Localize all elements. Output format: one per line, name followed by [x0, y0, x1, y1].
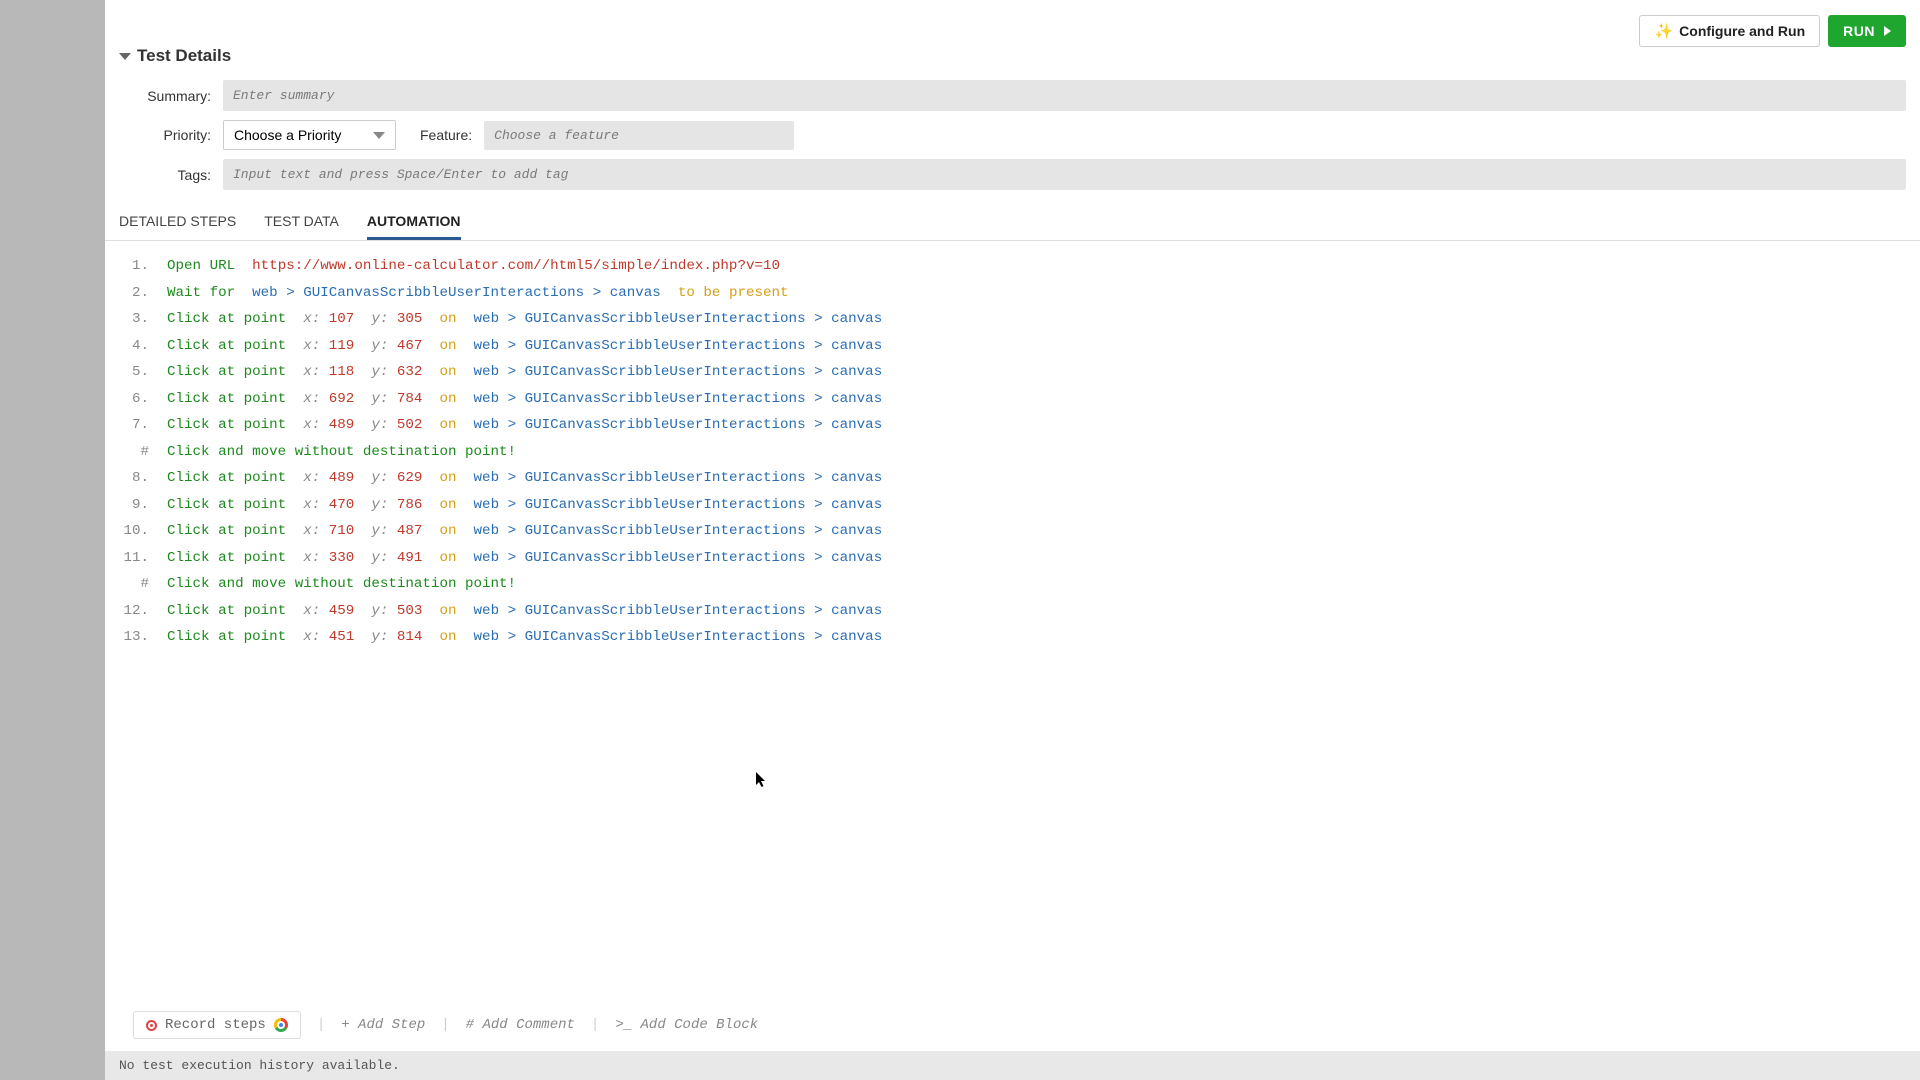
line-content: Click at point x: 330 y: 491 on web > GU…	[167, 545, 882, 572]
record-label: Record steps	[165, 1017, 266, 1033]
line-content: Click at point x: 451 y: 814 on web > GU…	[167, 624, 882, 651]
actions-bar: Record steps | + Add Step | # Add Commen…	[105, 1001, 1920, 1051]
priority-feature-row: Priority: Choose a Priority Feature:	[119, 120, 1906, 150]
run-label: RUN	[1843, 23, 1875, 39]
code-line[interactable]: #Click and move without destination poin…	[105, 439, 1920, 466]
line-number: 9.	[119, 492, 167, 519]
feature-label: Feature:	[420, 127, 472, 143]
line-content: Click and move without destination point…	[167, 571, 516, 598]
left-sidebar-rail	[0, 0, 105, 1080]
automation-code-area[interactable]: 1.Open URL https://www.online-calculator…	[105, 241, 1920, 1001]
line-number: 6.	[119, 386, 167, 413]
add-code-block-button[interactable]: >_ Add Code Block	[615, 1017, 758, 1033]
summary-row: Summary:	[119, 80, 1906, 111]
line-content: Click at point x: 118 y: 632 on web > GU…	[167, 359, 882, 386]
line-number: 8.	[119, 465, 167, 492]
feature-wrap: Feature:	[420, 121, 794, 150]
main-panel: ✨ Configure and Run RUN Test Details Sum…	[105, 0, 1920, 1080]
record-icon	[146, 1020, 157, 1031]
code-line[interactable]: 13.Click at point x: 451 y: 814 on web >…	[105, 624, 1920, 651]
code-line[interactable]: #Click and move without destination poin…	[105, 571, 1920, 598]
chevron-down-icon	[373, 132, 385, 139]
code-line[interactable]: 2.Wait for web > GUICanvasScribbleUserIn…	[105, 280, 1920, 307]
line-content: Click at point x: 710 y: 487 on web > GU…	[167, 518, 882, 545]
tags-row: Tags:	[119, 159, 1906, 190]
priority-select[interactable]: Choose a Priority	[223, 120, 396, 150]
line-content: Click at point x: 107 y: 305 on web > GU…	[167, 306, 882, 333]
line-number: 13.	[119, 624, 167, 651]
line-number: 7.	[119, 412, 167, 439]
record-steps-button[interactable]: Record steps	[133, 1011, 301, 1039]
priority-label: Priority:	[119, 127, 211, 143]
code-line[interactable]: 7.Click at point x: 489 y: 502 on web > …	[105, 412, 1920, 439]
code-line[interactable]: 11.Click at point x: 330 y: 491 on web >…	[105, 545, 1920, 572]
configure-label: Configure and Run	[1679, 23, 1805, 39]
line-number: 12.	[119, 598, 167, 625]
line-content: Open URL https://www.online-calculator.c…	[167, 253, 780, 280]
run-button[interactable]: RUN	[1828, 15, 1906, 47]
divider: |	[441, 1017, 449, 1033]
code-line[interactable]: 6.Click at point x: 692 y: 784 on web > …	[105, 386, 1920, 413]
line-number: 11.	[119, 545, 167, 572]
code-line[interactable]: 10.Click at point x: 710 y: 487 on web >…	[105, 518, 1920, 545]
code-line[interactable]: 1.Open URL https://www.online-calculator…	[105, 253, 1920, 280]
line-content: Click at point x: 459 y: 503 on web > GU…	[167, 598, 882, 625]
line-number: 10.	[119, 518, 167, 545]
line-content: Click at point x: 470 y: 786 on web > GU…	[167, 492, 882, 519]
test-details-form: Summary: Priority: Choose a Priority Fea…	[105, 76, 1920, 199]
top-toolbar: ✨ Configure and Run RUN	[1639, 15, 1906, 47]
line-number: 4.	[119, 333, 167, 360]
line-content: Click at point x: 489 y: 629 on web > GU…	[167, 465, 882, 492]
status-bar: No test execution history available.	[105, 1051, 1920, 1080]
line-number: 1.	[119, 253, 167, 280]
priority-value: Choose a Priority	[234, 127, 341, 143]
line-number: 5.	[119, 359, 167, 386]
code-line[interactable]: 9.Click at point x: 470 y: 786 on web > …	[105, 492, 1920, 519]
wand-icon: ✨	[1654, 22, 1673, 40]
chrome-icon	[274, 1018, 288, 1032]
divider: |	[591, 1017, 599, 1033]
summary-label: Summary:	[119, 88, 211, 104]
configure-and-run-button[interactable]: ✨ Configure and Run	[1639, 15, 1820, 47]
line-number: 3.	[119, 306, 167, 333]
code-line[interactable]: 12.Click at point x: 459 y: 503 on web >…	[105, 598, 1920, 625]
section-title: Test Details	[137, 46, 231, 66]
line-number: #	[119, 439, 167, 466]
add-step-button[interactable]: + Add Step	[341, 1017, 425, 1033]
divider: |	[317, 1017, 325, 1033]
play-icon	[1884, 26, 1891, 36]
summary-input[interactable]	[223, 80, 1906, 111]
code-line[interactable]: 5.Click at point x: 118 y: 632 on web > …	[105, 359, 1920, 386]
feature-input[interactable]	[484, 121, 794, 150]
line-content: Click at point x: 489 y: 502 on web > GU…	[167, 412, 882, 439]
line-content: Wait for web > GUICanvasScribbleUserInte…	[167, 280, 789, 307]
code-line[interactable]: 4.Click at point x: 119 y: 467 on web > …	[105, 333, 1920, 360]
line-number: #	[119, 571, 167, 598]
line-content: Click at point x: 692 y: 784 on web > GU…	[167, 386, 882, 413]
tab-test-data[interactable]: TEST DATA	[264, 213, 339, 240]
tab-detailed-steps[interactable]: DETAILED STEPS	[119, 213, 236, 240]
tags-label: Tags:	[119, 167, 211, 183]
status-text: No test execution history available.	[119, 1058, 400, 1073]
tabs-bar: DETAILED STEPS TEST DATA AUTOMATION	[105, 199, 1920, 241]
line-number: 2.	[119, 280, 167, 307]
tab-automation[interactable]: AUTOMATION	[367, 213, 461, 240]
chevron-down-icon	[119, 53, 131, 60]
line-content: Click at point x: 119 y: 467 on web > GU…	[167, 333, 882, 360]
add-comment-button[interactable]: # Add Comment	[466, 1017, 575, 1033]
line-content: Click and move without destination point…	[167, 439, 516, 466]
tags-input[interactable]	[223, 159, 1906, 190]
code-line[interactable]: 8.Click at point x: 489 y: 629 on web > …	[105, 465, 1920, 492]
code-line[interactable]: 3.Click at point x: 107 y: 305 on web > …	[105, 306, 1920, 333]
